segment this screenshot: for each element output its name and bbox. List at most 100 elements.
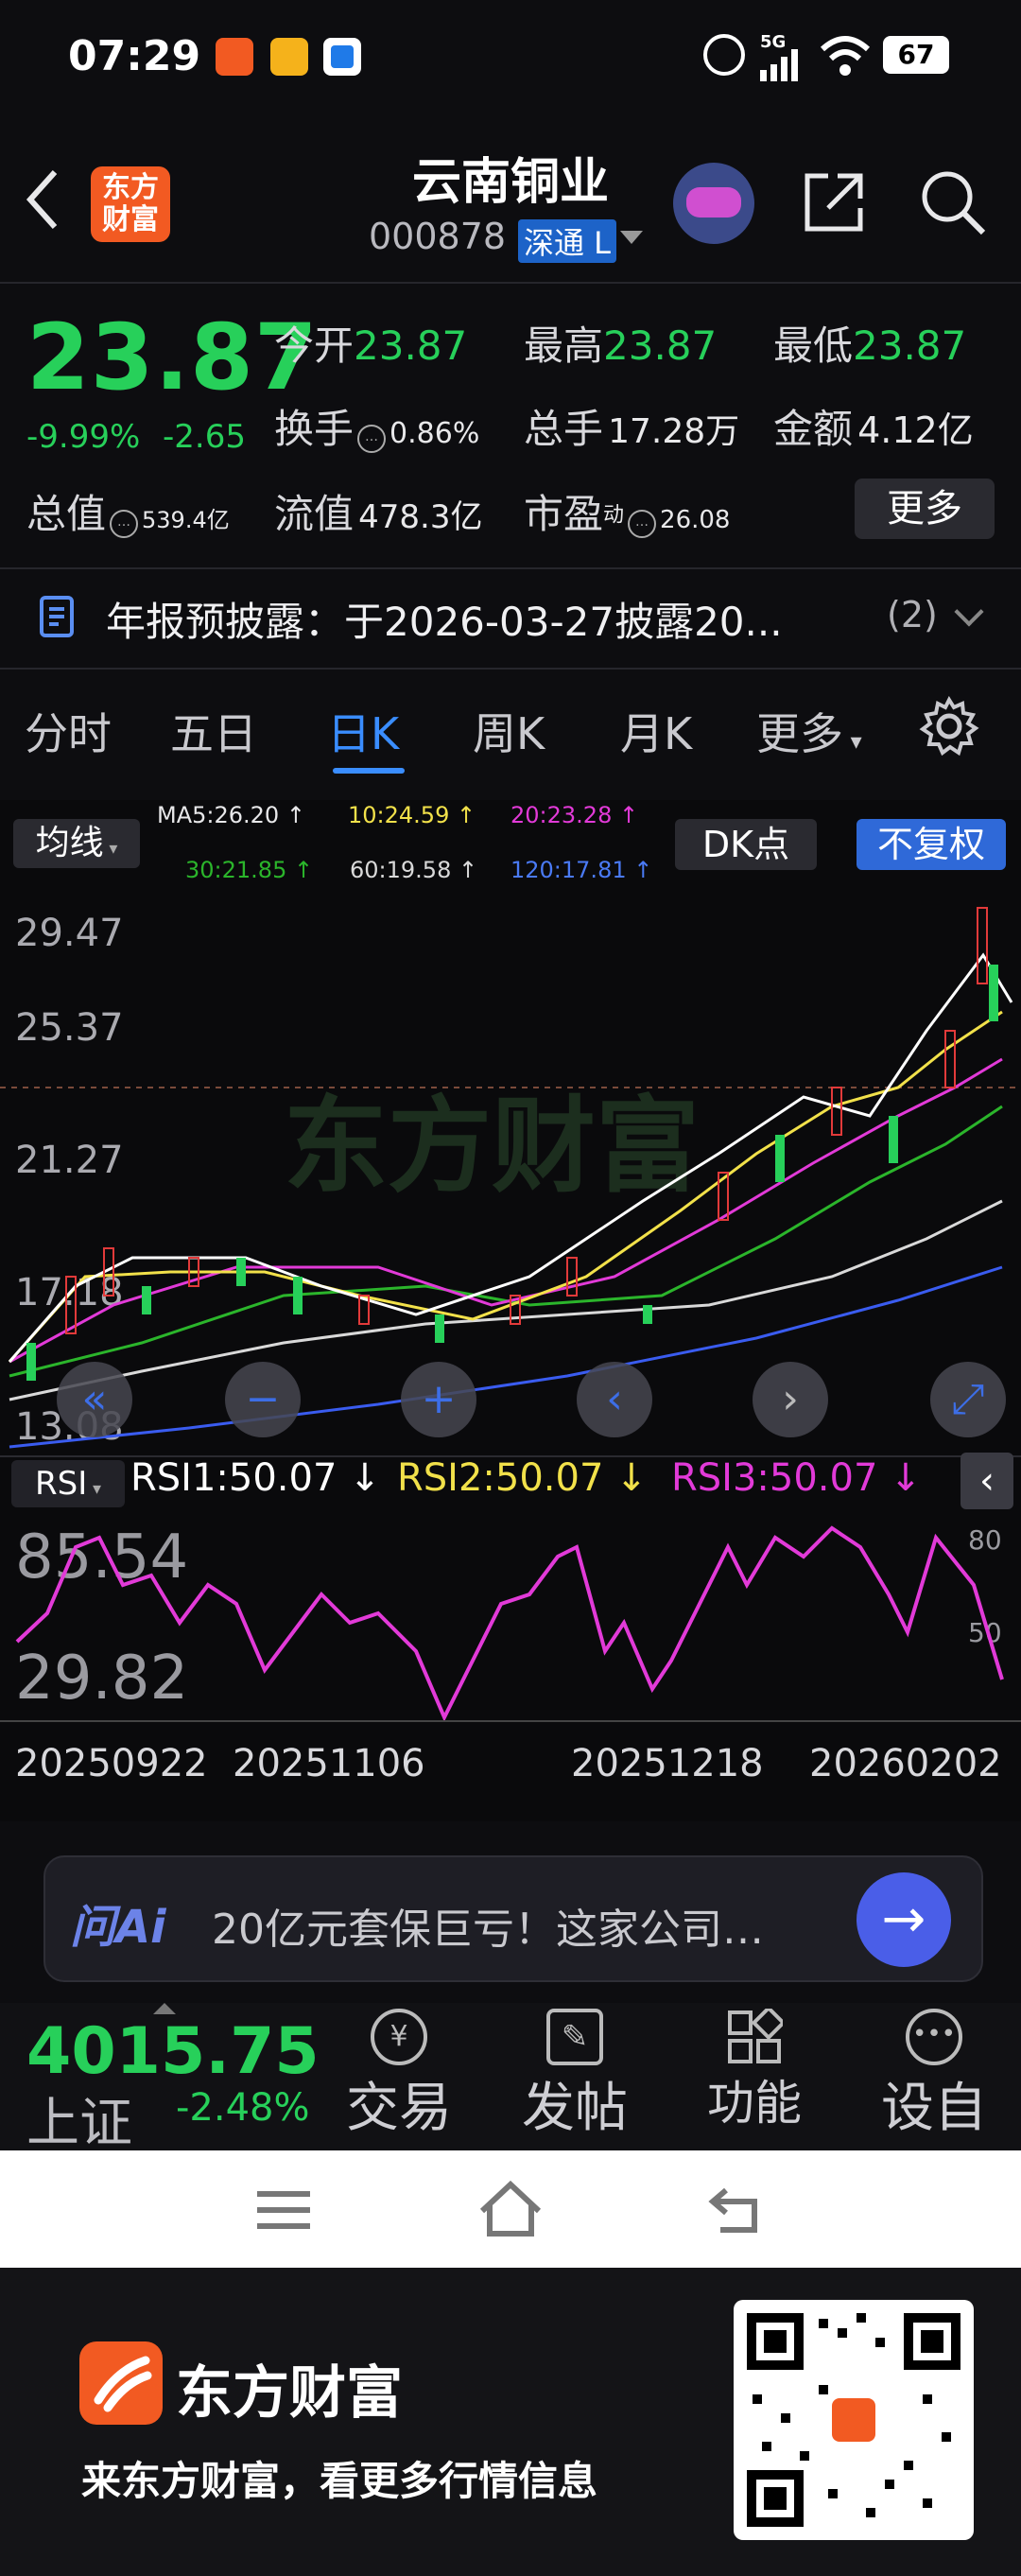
app-notification-icon-3 [323,38,361,76]
volume-row: 总手 17.28万 [524,406,740,452]
divider [0,668,1021,670]
brand-logo-icon [79,2341,163,2425]
wifi-icon [820,36,871,76]
back-arrow-icon[interactable] [23,166,61,233]
watermark: 东方财富 [284,1086,700,1207]
tab-five-day[interactable]: 五日 [170,700,257,762]
rsi-tick: 85.54 [15,1523,188,1593]
change-percent: -9.99% [26,418,141,456]
more-dots-icon: ••• [906,2009,962,2065]
date-tick: 20250922 [15,1742,208,1785]
ask-ai-bar[interactable]: 问Ai 20亿元套保巨亏！这家公司… → [43,1855,983,1982]
functions-nav[interactable]: 功能 [690,2005,819,2133]
float-row: 流值 478.3亿 [274,491,483,537]
chevron-down-icon[interactable] [620,231,643,244]
adjust-mode-button[interactable]: 不复权 [857,819,1006,870]
menu-icon[interactable] [257,2188,310,2232]
mktcap-row: 总值… 539.4亿 [26,491,230,538]
ma120-line [9,1265,1003,1449]
change-amount: -2.65 [163,418,246,456]
info-icon: … [110,509,139,538]
promo-footer: 东方财富 来东方财富，看更多行情信息 [0,2268,1021,2576]
date-tick: 20251106 [233,1742,425,1785]
rsi-selector[interactable]: RSI ▾ [11,1460,125,1507]
ma20-value: 20:23.28 ↑ [510,802,639,828]
search-icon[interactable] [919,168,987,236]
custom-nav[interactable]: ••• 设自 [870,2009,998,2142]
pe-row: 市盈动… 26.08 [524,491,731,538]
index-name: 上证 [26,2093,132,2154]
app-notification-icon [216,38,253,76]
footer-brand: 东方财富 [176,2360,403,2427]
turnover-row: 换手… 0.86% [274,406,480,453]
rsi3-value: RSI3:50.07 ↓ [671,1456,922,1500]
chevron-up-icon[interactable] [153,2003,176,2014]
ma120-value: 120:17.81 ↑ [510,857,653,883]
divider [0,567,1021,569]
rsi1-value: RSI1:50.07 ↓ [130,1456,381,1500]
amount-row: 金额 4.12亿 [773,406,974,452]
rsi-level: 80 [968,1524,1002,1556]
alarm-icon [703,34,745,76]
ma60-value: 60:19.58 ↑ [350,857,478,883]
price-tick: 21.27 [15,1139,124,1182]
more-button[interactable]: 更多 [855,479,995,539]
back-nav-icon[interactable] [707,2184,764,2234]
rsi-svg: 85.54 29.82 80 50 20250922 20251106 2025… [0,1523,1021,1785]
market-tag[interactable]: 深通 L [518,219,617,263]
zoom-in-icon[interactable]: + [401,1362,476,1437]
open-row: 今开23.87 [274,322,468,369]
post-nav[interactable]: ✎ 发帖 [510,2009,639,2142]
footer-slogan: 来东方财富，看更多行情信息 [81,2458,598,2504]
info-icon: … [357,424,387,453]
arrow-right-icon[interactable]: → [857,1872,951,1967]
rsi2-value: RSI2:50.07 ↓ [397,1456,648,1500]
qr-code [734,2300,974,2540]
tab-weekly-k[interactable]: 周K [473,700,545,762]
settings-gear-icon[interactable] [919,696,979,757]
home-icon[interactable] [476,2179,545,2237]
ask-ai-brand: 问Ai [70,1901,166,1954]
signal-icon [760,49,798,81]
price-tick: 25.37 [15,1006,124,1050]
chevron-down-icon[interactable] [954,597,984,627]
dk-point-button[interactable]: DK点 [675,819,817,870]
yen-icon: ¥ [371,2009,427,2065]
stock-title: 云南铜业 [411,154,609,211]
status-bar: 07:29 5G 67 [0,0,1021,113]
tab-monthly-k[interactable]: 月K [620,700,692,762]
ma-selector[interactable]: 均线 ▾ [13,819,140,868]
grid-icon [726,2005,787,2065]
share-icon[interactable] [800,168,868,236]
low-row: 最低23.87 [773,322,967,369]
active-tab-indicator [333,768,405,774]
zoom-out-icon[interactable]: − [225,1362,301,1437]
notice-text[interactable]: 年报预披露：于2026-03-27披露20... [106,590,783,648]
system-nav-bar [0,2150,1021,2268]
collapse-panel-icon[interactable]: ‹ [960,1453,1013,1509]
scroll-left-icon[interactable]: ‹ [577,1362,652,1437]
ma5-value: MA5:26.20 ↑ [157,802,305,828]
high-row: 最高23.87 [524,322,718,369]
index-value[interactable]: 4015.75 [26,2014,320,2089]
tab-intraday[interactable]: 分时 [25,700,112,762]
app-notification-icon-2 [270,38,308,76]
date-tick: 20251218 [571,1742,764,1785]
rsi-tick: 29.82 [15,1644,188,1714]
date-tick: 20260202 [809,1742,1002,1785]
divider [0,282,1021,284]
scroll-right-icon[interactable]: › [753,1362,828,1437]
tab-more[interactable]: 更多 ▾ [756,700,862,762]
edit-icon: ✎ [546,2009,603,2065]
battery-icon: 67 [883,36,949,74]
scroll-left-fast-icon[interactable]: « [57,1362,132,1437]
notice-count: (2) [887,594,938,635]
stock-code: 000878 [369,216,507,257]
ask-ai-prompt: 20亿元套保巨亏！这家公司… [212,1906,764,1954]
index-pct: -2.48% [176,2086,310,2130]
fullscreen-icon[interactable]: ⤢ [930,1362,1006,1437]
brand-logo: 东方 财富 [91,166,170,242]
tab-daily-k[interactable]: 日K [327,700,399,762]
robot-assistant-icon[interactable] [673,163,754,244]
trade-nav[interactable]: ¥ 交易 [335,2009,463,2142]
